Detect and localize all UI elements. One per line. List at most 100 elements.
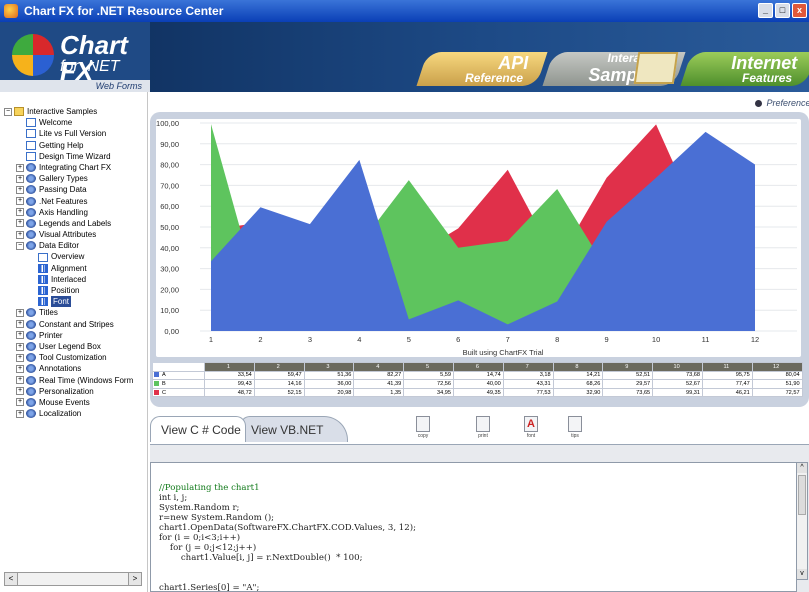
tree-item[interactable]: + Printer: [4, 330, 148, 341]
expand-icon[interactable]: +: [16, 376, 24, 385]
table-cell: 3,18: [502, 370, 554, 381]
tree-item[interactable]: + Titles: [4, 307, 148, 318]
tab-vbnet-code[interactable]: View VB.NET Code: [240, 416, 348, 463]
maximize-button[interactable]: □: [775, 3, 790, 18]
minimize-button[interactable]: _: [758, 3, 773, 18]
expand-icon[interactable]: +: [16, 320, 24, 329]
tree-item[interactable]: Welcome: [4, 117, 148, 128]
table-cell: 41,39: [353, 379, 405, 389]
series-swatch: [154, 381, 159, 386]
font-button[interactable]: Afont: [516, 414, 546, 444]
gear-icon: [26, 386, 36, 396]
table-cell: 36,00: [303, 379, 355, 389]
table-cell: 5,59: [403, 370, 454, 381]
expand-icon[interactable]: +: [16, 230, 24, 239]
tree-item[interactable]: + Legends and Labels: [4, 218, 148, 229]
collapse-icon[interactable]: −: [16, 241, 24, 250]
tree-item[interactable]: + User Legend Box: [4, 341, 148, 352]
tab-csharp-code[interactable]: View C # Code: [150, 416, 246, 442]
table-header-row: 1 2 3 4 5 6 7 8 9 10 11 12: [152, 362, 803, 372]
tree-item[interactable]: + Integrating Chart FX: [4, 162, 148, 173]
expand-icon[interactable]: +: [16, 342, 24, 351]
tree-item[interactable]: Position: [4, 285, 148, 296]
expand-icon[interactable]: +: [16, 308, 24, 317]
table-cell: 34,95: [403, 387, 454, 398]
tree-item[interactable]: − Data Editor: [4, 240, 148, 251]
table-cell: 59,47: [253, 370, 305, 381]
arrow-circle-icon: [755, 100, 762, 108]
tree-item-label: User Legend Box: [39, 341, 101, 351]
tree-item[interactable]: Interlaced: [4, 274, 148, 285]
tree-item[interactable]: + Personalization: [4, 386, 148, 397]
tree-item[interactable]: + Real Time (Windows Form: [4, 375, 148, 386]
tree-item-label: Interlaced: [51, 274, 87, 284]
tree-item[interactable]: + Axis Handling: [4, 207, 148, 218]
table-cell: 77,47: [701, 379, 753, 389]
expand-icon[interactable]: +: [16, 364, 24, 373]
expand-icon[interactable]: +: [16, 197, 24, 206]
copy-icon: [416, 416, 430, 432]
expand-icon[interactable]: +: [16, 353, 24, 362]
font-label: font: [526, 433, 536, 439]
tree-item[interactable]: Overview: [4, 251, 148, 262]
copy-button[interactable]: copy: [408, 414, 438, 444]
expand-icon[interactable]: +: [16, 174, 24, 183]
expand-icon[interactable]: +: [16, 208, 24, 217]
tab-api-reference[interactable]: API Reference: [416, 52, 548, 86]
collapse-icon[interactable]: −: [4, 107, 12, 116]
expand-icon[interactable]: +: [16, 163, 24, 172]
code-vertical-scrollbar[interactable]: ^ v: [796, 462, 808, 580]
tab-internet-features[interactable]: Internet Features: [680, 52, 809, 86]
table-cell: 14,21: [552, 370, 604, 381]
tree-item[interactable]: Font: [4, 296, 148, 308]
tree-item[interactable]: + .Net Features: [4, 196, 148, 207]
close-button[interactable]: x: [792, 3, 807, 18]
tree-item[interactable]: Design Time Wizard: [4, 151, 148, 162]
tips-icon: [568, 416, 582, 432]
tree-item[interactable]: − Interactive Samples: [4, 106, 148, 117]
expand-icon[interactable]: +: [16, 219, 24, 228]
chart-icon: [38, 297, 48, 307]
tree-item[interactable]: + Localization: [4, 408, 148, 419]
tree-item[interactable]: Lite vs Full Version: [4, 128, 148, 139]
font-icon: A: [524, 416, 538, 432]
sidebar: − Interactive Samples Welcome Lite vs Full …: [0, 92, 148, 592]
doc-icon: [26, 151, 36, 161]
app-icon: [4, 4, 18, 18]
scroll-thumb[interactable]: [798, 475, 806, 515]
table-cell: 82,27: [353, 370, 405, 381]
tree-item[interactable]: + Constant and Stripes: [4, 319, 148, 330]
preferences-link[interactable]: Preferences: [755, 98, 809, 108]
scroll-down-icon[interactable]: v: [797, 569, 807, 579]
tree-item[interactable]: + Annotations: [4, 363, 148, 374]
folder-icon: [14, 107, 24, 117]
expand-icon[interactable]: +: [16, 331, 24, 340]
tree-item[interactable]: Alignment: [4, 263, 148, 274]
expand-icon[interactable]: +: [16, 409, 24, 418]
table-cell: 77,53: [502, 387, 554, 398]
scroll-right-icon[interactable]: >: [128, 573, 141, 585]
tips-button[interactable]: tips: [560, 414, 590, 444]
chart-icon: [38, 286, 48, 296]
expand-icon[interactable]: +: [16, 387, 24, 396]
scroll-left-icon[interactable]: <: [5, 573, 18, 585]
tree-item[interactable]: Getting Help: [4, 140, 148, 151]
bar-chart-icon: [633, 52, 679, 84]
tree-item[interactable]: + Gallery Types: [4, 173, 148, 184]
table-cell: 52,15: [253, 387, 305, 398]
series-swatch: [154, 389, 159, 395]
table-column-header: 6: [452, 362, 504, 372]
expand-icon[interactable]: +: [16, 398, 24, 407]
tree-item[interactable]: + Visual Attributes: [4, 229, 148, 240]
gear-icon: [26, 163, 36, 173]
code-viewer[interactable]: //Populating the chart1 int i, j; System…: [150, 462, 797, 592]
tree-item[interactable]: + Tool Customization: [4, 352, 148, 363]
tree-item[interactable]: + Mouse Events: [4, 397, 148, 408]
table-cell: 46,21: [701, 387, 753, 398]
expand-icon[interactable]: +: [16, 185, 24, 194]
tree-item[interactable]: + Passing Data: [4, 184, 148, 195]
scroll-up-icon[interactable]: ^: [797, 463, 807, 473]
sidebar-horizontal-scrollbar[interactable]: < >: [4, 572, 142, 586]
print-button[interactable]: print: [468, 414, 498, 444]
table-cell: 52,67: [652, 379, 703, 389]
